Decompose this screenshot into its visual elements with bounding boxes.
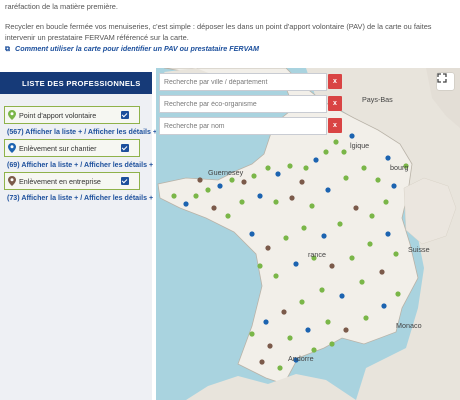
intro-paragraph: Recycler en boucle fermée vos menuiserie… — [5, 22, 432, 42]
map-guide-link[interactable]: ⧉ Comment utiliser la carte pour identif… — [5, 44, 259, 54]
map-label-monaco: Monaco — [396, 321, 422, 330]
external-link-icon: ⧉ — [5, 44, 11, 53]
fullscreen-button[interactable] — [437, 73, 454, 90]
chantier-pin-icon — [5, 143, 19, 153]
category-chantier-checkbox[interactable] — [121, 144, 129, 152]
entreprise-pin-icon — [5, 176, 19, 186]
map-label-france: rance — [308, 250, 326, 259]
name-search-input[interactable] — [164, 122, 326, 130]
map-label-luxembourg: bourg — [390, 163, 409, 172]
map-guide-link-label: Comment utiliser la carte pour identifie… — [15, 44, 260, 53]
map-label-andorre: Andorre — [288, 354, 314, 363]
category-pav[interactable]: Point d'apport volontaire — [4, 106, 140, 124]
city-search-field[interactable] — [159, 73, 327, 91]
name-search-clear-button[interactable]: x — [328, 118, 342, 133]
map-label-suisse: Suisse — [408, 245, 430, 254]
category-chantier-label: Enlèvement sur chantier — [19, 143, 97, 153]
eco-search-input[interactable] — [164, 100, 326, 108]
pav-pin-icon — [5, 110, 19, 120]
professionals-sidebar: LISTE DES PROFESSIONNELS Point d'apport … — [0, 72, 157, 400]
category-pav-checkbox[interactable] — [121, 111, 129, 119]
sidebar-header: LISTE DES PROFESSIONNELS — [0, 72, 152, 94]
city-search-clear-button[interactable]: x — [328, 74, 342, 89]
map-view[interactable]: x x x Pays-Bas lgique Guernesey bourg Su… — [156, 68, 460, 400]
map-label-pays-bas: Pays-Bas — [362, 95, 393, 104]
eco-search-field[interactable] — [159, 95, 327, 113]
category-entreprise[interactable]: Enlèvement en entreprise — [4, 172, 140, 190]
name-search-field[interactable] — [159, 117, 327, 135]
category-entreprise-checkbox[interactable] — [121, 177, 129, 185]
map-label-belgique: lgique — [350, 141, 370, 150]
city-search-input[interactable] — [164, 78, 326, 86]
map-label-guernesey: Guernesey — [208, 168, 244, 177]
category-pav-links[interactable]: (567) Afficher la liste + / Afficher les… — [7, 128, 157, 136]
category-chantier[interactable]: Enlèvement sur chantier — [4, 139, 140, 157]
category-chantier-links[interactable]: (69) Afficher la liste + / Afficher les … — [7, 161, 153, 169]
category-entreprise-links[interactable]: (73) Afficher la liste + / Afficher les … — [7, 194, 153, 202]
fullscreen-icon — [437, 73, 447, 83]
eco-search-clear-button[interactable]: x — [328, 96, 342, 111]
intro-line: raréfaction de la matière première. — [5, 2, 118, 11]
category-pav-label: Point d'apport volontaire — [19, 110, 97, 120]
category-entreprise-label: Enlèvement en entreprise — [19, 176, 101, 186]
